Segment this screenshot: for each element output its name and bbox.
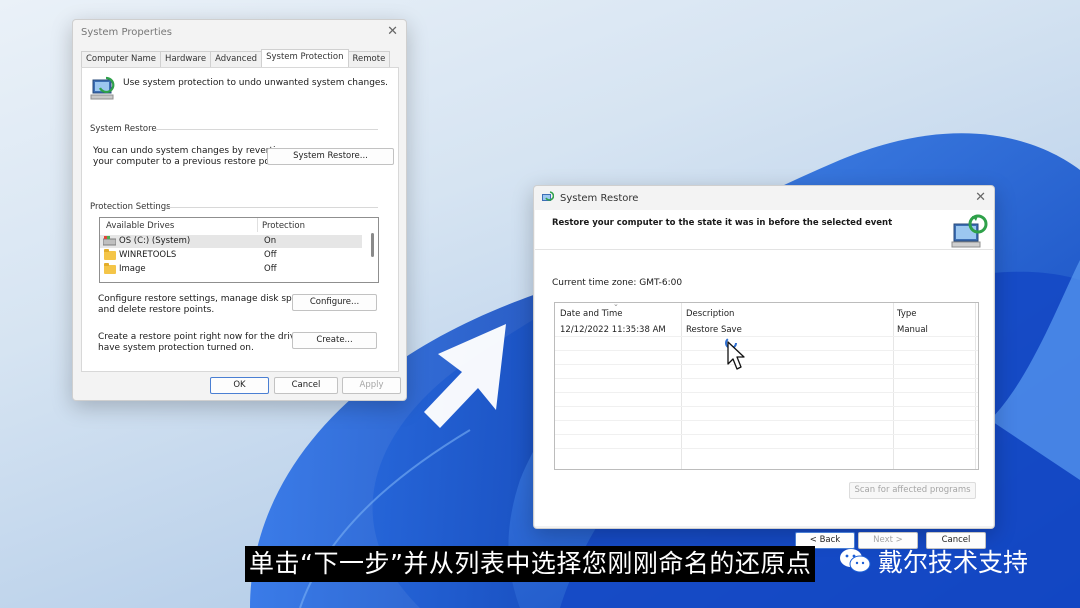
restore-point-description: Restore Save bbox=[686, 325, 742, 335]
create-text-line2: have system protection turned on. bbox=[98, 343, 254, 353]
dialog-header: Restore your computer to the state it wa… bbox=[535, 210, 993, 250]
column-header-protection: Protection bbox=[262, 221, 306, 231]
divider bbox=[166, 207, 378, 208]
column-header-type[interactable]: Type bbox=[897, 309, 917, 319]
tab-panel: Use system protection to undo unwanted s… bbox=[81, 67, 399, 372]
close-icon[interactable]: ✕ bbox=[975, 190, 986, 205]
system-properties-window: System Properties ✕ Computer Name Hardwa… bbox=[72, 19, 407, 401]
drive-row[interactable]: WINRETOOLS Off bbox=[100, 249, 362, 262]
window-title: System Restore bbox=[560, 192, 639, 204]
configure-text-line1: Configure restore settings, manage disk … bbox=[98, 294, 311, 304]
brand-name: 戴尔技术支持 bbox=[878, 548, 1029, 577]
configure-text-line2: and delete restore points. bbox=[98, 305, 215, 315]
drive-protection: Off bbox=[264, 264, 277, 274]
row-divider bbox=[555, 406, 978, 407]
restore-description-line1: You can undo system changes by reverting bbox=[93, 146, 287, 156]
ok-button[interactable]: OK bbox=[210, 377, 269, 394]
pointer-arrow-icon bbox=[424, 324, 506, 428]
restore-point-date: 12/12/2022 11:35:38 AM bbox=[560, 325, 666, 335]
titlebar: System Restore bbox=[534, 186, 994, 210]
protection-settings-heading: Protection Settings bbox=[90, 202, 171, 212]
row-divider bbox=[555, 420, 978, 421]
folder-icon bbox=[104, 249, 116, 260]
system-drive-icon bbox=[103, 236, 116, 246]
table-row[interactable]: 12/12/2022 11:35:38 AM Restore Save Manu… bbox=[555, 322, 978, 336]
restore-point-type: Manual bbox=[897, 325, 928, 335]
cancel-button[interactable]: Cancel bbox=[274, 377, 338, 394]
row-divider bbox=[555, 350, 978, 351]
drive-row[interactable]: Image Off bbox=[100, 263, 362, 276]
close-icon[interactable]: ✕ bbox=[387, 24, 398, 39]
dialog-heading: Restore your computer to the state it wa… bbox=[552, 218, 893, 228]
folder-icon bbox=[104, 263, 116, 274]
window-title: System Properties bbox=[81, 26, 173, 38]
apply-button[interactable]: Apply bbox=[342, 377, 401, 394]
column-header-date[interactable]: Date and Time bbox=[560, 309, 623, 319]
row-divider bbox=[555, 448, 978, 449]
scrollbar-thumb[interactable] bbox=[371, 233, 374, 257]
configure-button[interactable]: Configure... bbox=[292, 294, 377, 311]
row-divider bbox=[555, 392, 978, 393]
subtitle-caption: 单击“下一步”并从列表中选择您刚刚命名的还原点 bbox=[245, 546, 816, 582]
column-header-drives: Available Drives bbox=[106, 221, 175, 231]
scan-affected-programs-button[interactable]: Scan for affected programs bbox=[849, 482, 976, 499]
restore-points-table[interactable]: Date and Time ⌄ Description Type 12/12/2… bbox=[554, 300, 979, 470]
intro-text: Use system protection to undo unwanted s… bbox=[123, 78, 388, 88]
system-restore-button[interactable]: System Restore... bbox=[267, 148, 394, 165]
sort-chevron-icon: ⌄ bbox=[613, 300, 619, 308]
drive-name: Image bbox=[119, 264, 146, 274]
timezone-label: Current time zone: GMT-6:00 bbox=[552, 278, 683, 288]
system-restore-icon bbox=[542, 191, 554, 201]
restore-computer-icon bbox=[951, 214, 988, 248]
wechat-icon bbox=[840, 549, 871, 573]
tab-system-protection[interactable]: System Protection bbox=[261, 49, 349, 69]
dialog-body: Current time zone: GMT-6:00 Date and Tim… bbox=[535, 250, 993, 526]
brand-watermark: 戴尔技术支持 bbox=[838, 543, 1028, 579]
row-divider bbox=[555, 434, 978, 435]
divider bbox=[156, 129, 378, 130]
row-divider bbox=[555, 336, 978, 337]
restore-description-line2: your computer to a previous restore poin… bbox=[93, 157, 285, 167]
row-divider bbox=[555, 364, 978, 365]
create-button[interactable]: Create... bbox=[292, 332, 377, 349]
drive-name: WINRETOOLS bbox=[119, 250, 177, 260]
column-separator bbox=[257, 218, 258, 232]
drive-row[interactable]: OS (C:) (System) On bbox=[100, 235, 362, 248]
column-header-description[interactable]: Description bbox=[686, 309, 734, 319]
drive-name: OS (C:) (System) bbox=[119, 236, 191, 246]
drives-list[interactable]: Available Drives Protection OS (C:) (Sys… bbox=[99, 217, 379, 283]
row-divider bbox=[555, 378, 978, 379]
system-protection-icon bbox=[90, 76, 115, 100]
drive-protection: Off bbox=[264, 250, 277, 260]
system-restore-window: System Restore ✕ Restore your computer t… bbox=[533, 185, 995, 549]
system-restore-heading: System Restore bbox=[90, 124, 157, 134]
titlebar: System Properties bbox=[73, 20, 406, 44]
drive-protection: On bbox=[264, 236, 277, 246]
mouse-cursor-icon bbox=[725, 337, 745, 370]
